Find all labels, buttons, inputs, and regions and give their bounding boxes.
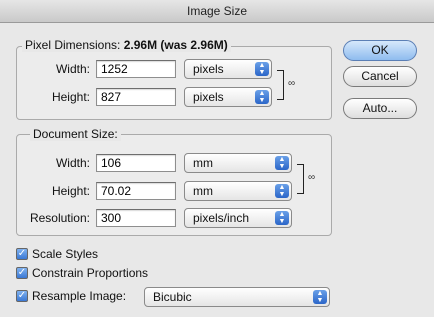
pixel-height-label: Height: — [51, 90, 90, 104]
pixel-height-unit-select[interactable]: pixels ▲ ▼ — [184, 87, 272, 107]
scale-styles-label: Scale Styles — [32, 247, 99, 261]
pixel-dimensions-legend-label: Pixel Dimensions: — [25, 38, 121, 52]
checkmark-icon: ✓ — [17, 267, 27, 278]
doc-width-unit-select[interactable]: mm ▲ ▼ — [184, 153, 292, 173]
checkmark-icon: ✓ — [17, 248, 27, 259]
resample-method-select[interactable]: Bicubic ▲ ▼ — [144, 287, 330, 307]
pixel-width-unit-value: pixels — [193, 62, 224, 76]
window-title: Image Size — [0, 0, 434, 23]
auto-button[interactable]: Auto... — [343, 98, 417, 119]
up-down-arrows-icon: ▲ ▼ — [255, 62, 269, 76]
constrain-proportions-checkbox[interactable]: ✓ — [16, 267, 28, 279]
checkmark-icon: ✓ — [17, 290, 27, 301]
document-size-legend: Document Size: — [30, 127, 121, 141]
doc-height-label: Height: — [51, 184, 90, 198]
pixel-height-input[interactable] — [96, 88, 176, 106]
resample-method-value: Bicubic — [153, 290, 192, 304]
up-down-arrows-icon: ▲ ▼ — [275, 184, 289, 198]
doc-height-unit-value: mm — [193, 184, 213, 198]
chain-link-icon: ∞ — [308, 172, 316, 183]
doc-width-label: Width: — [55, 156, 90, 170]
pixel-link-bracket — [277, 70, 284, 100]
doc-height-unit-select[interactable]: mm ▲ ▼ — [184, 181, 292, 201]
up-down-arrows-icon: ▲ ▼ — [255, 90, 269, 104]
doc-width-unit-value: mm — [193, 156, 213, 170]
resolution-unit-value: pixels/inch — [193, 211, 250, 225]
constrain-proportions-label: Constrain Proportions — [32, 266, 149, 280]
doc-width-input[interactable] — [96, 154, 176, 172]
doc-height-input[interactable] — [96, 182, 176, 200]
ok-button[interactable]: OK — [343, 40, 417, 61]
resolution-unit-select[interactable]: pixels/inch ▲ ▼ — [184, 208, 292, 228]
chain-link-icon: ∞ — [288, 78, 296, 89]
resample-image-label: Resample Image: — [32, 289, 127, 303]
pixel-width-label: Width: — [55, 62, 90, 76]
doc-link-bracket — [297, 164, 304, 194]
pixel-height-unit-value: pixels — [193, 90, 224, 104]
resample-image-checkbox[interactable]: ✓ — [16, 290, 28, 302]
up-down-arrows-icon: ▲ ▼ — [313, 290, 327, 304]
pixel-dimensions-group — [16, 46, 332, 120]
pixel-width-input[interactable] — [96, 60, 176, 78]
pixel-dimensions-legend: Pixel Dimensions: 2.96M (was 2.96M) — [22, 38, 231, 52]
up-down-arrows-icon: ▲ ▼ — [275, 211, 289, 225]
up-down-arrows-icon: ▲ ▼ — [275, 156, 289, 170]
pixel-width-unit-select[interactable]: pixels ▲ ▼ — [184, 59, 272, 79]
cancel-button[interactable]: Cancel — [343, 66, 417, 87]
resolution-label: Resolution: — [29, 211, 90, 225]
resolution-input[interactable] — [96, 209, 176, 227]
pixel-dimensions-summary: 2.96M (was 2.96M) — [123, 38, 228, 52]
scale-styles-checkbox[interactable]: ✓ — [16, 248, 28, 260]
